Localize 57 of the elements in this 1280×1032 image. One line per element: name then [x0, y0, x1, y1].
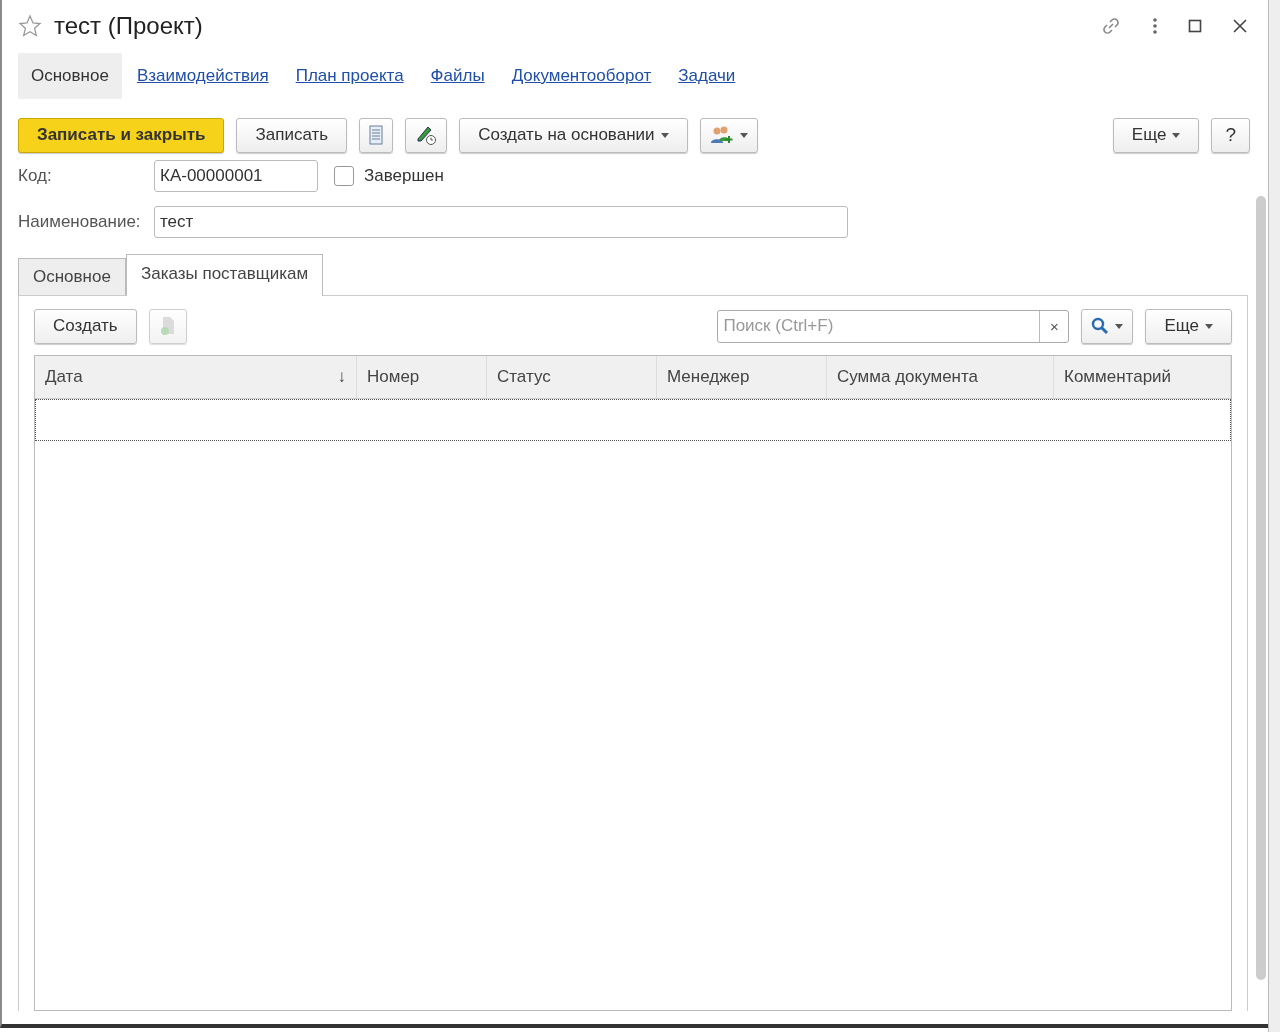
save-and-close-button[interactable]: Записать и закрыть	[18, 117, 225, 153]
form-tab[interactable]: Заказы поставщикам	[125, 254, 324, 296]
column-header[interactable]: Сумма документа	[827, 356, 1054, 398]
section-tab[interactable]: Основное	[18, 53, 122, 99]
column-header[interactable]: Номер	[357, 356, 487, 398]
section-tab[interactable]: Взаимодействия	[136, 53, 281, 99]
column-title: Номер	[367, 367, 420, 387]
completed-checkbox[interactable]	[334, 166, 354, 186]
section-tab[interactable]: План проекта	[295, 53, 416, 99]
caret-icon	[660, 132, 669, 138]
scroll-bar[interactable]	[1256, 196, 1266, 980]
search-button[interactable]	[1081, 308, 1134, 344]
name-field[interactable]: тест	[154, 206, 848, 238]
create-based-on-button[interactable]: Создать на основании	[459, 117, 688, 153]
section-tab[interactable]: Документооборот	[511, 53, 664, 99]
code-field[interactable]: КА-00000001	[154, 160, 318, 192]
document-add-icon	[158, 316, 177, 336]
column-header[interactable]: Комментарий	[1054, 356, 1231, 398]
form-tab[interactable]: Основное	[18, 258, 126, 295]
caret-icon	[1172, 132, 1181, 138]
search-icon	[1091, 317, 1110, 335]
caret-icon	[1115, 323, 1124, 329]
create-button[interactable]: Создать	[34, 308, 137, 344]
name-label: Наименование:	[18, 212, 142, 232]
empty-row[interactable]	[35, 399, 1231, 441]
column-title: Дата	[45, 367, 83, 387]
column-title: Комментарий	[1064, 367, 1172, 387]
document-list-icon	[369, 125, 384, 145]
column-header[interactable]: Менеджер	[657, 356, 827, 398]
pen-clock-icon	[415, 124, 438, 146]
list-more-button[interactable]: Еще	[1145, 308, 1232, 344]
maximize-icon[interactable]	[1188, 19, 1202, 33]
more-icon[interactable]	[1152, 17, 1158, 35]
help-button[interactable]: ?	[1211, 117, 1250, 153]
column-header[interactable]: Статус	[487, 356, 657, 398]
users-icon	[709, 125, 734, 145]
section-tab[interactable]: Задачи	[678, 53, 748, 99]
window-title: тест (Проект)	[54, 12, 203, 40]
column-title: Статус	[497, 367, 551, 387]
code-label: Код:	[18, 166, 53, 186]
edit-history-button[interactable]	[405, 117, 448, 153]
column-header[interactable]: Дата ↓	[35, 356, 357, 398]
close-icon[interactable]	[1232, 18, 1248, 34]
search-field[interactable]: Поиск (Ctrl+F) ×	[717, 309, 1070, 343]
more-button[interactable]: Еще	[1112, 117, 1200, 153]
column-title: Менеджер	[667, 367, 750, 387]
star-icon[interactable]	[18, 14, 42, 38]
link-icon[interactable]	[1100, 15, 1122, 37]
completed-label: Завершен	[364, 166, 444, 186]
caret-icon	[1205, 323, 1213, 329]
clear-button[interactable]: ×	[1039, 310, 1069, 342]
users-button[interactable]	[699, 117, 758, 153]
caret-icon	[739, 132, 748, 138]
save-button[interactable]: Записать	[236, 117, 348, 153]
section-tab[interactable]: Файлы	[430, 53, 497, 99]
sort-arrow: ↓	[337, 367, 346, 387]
column-title: Сумма документа	[837, 367, 979, 387]
